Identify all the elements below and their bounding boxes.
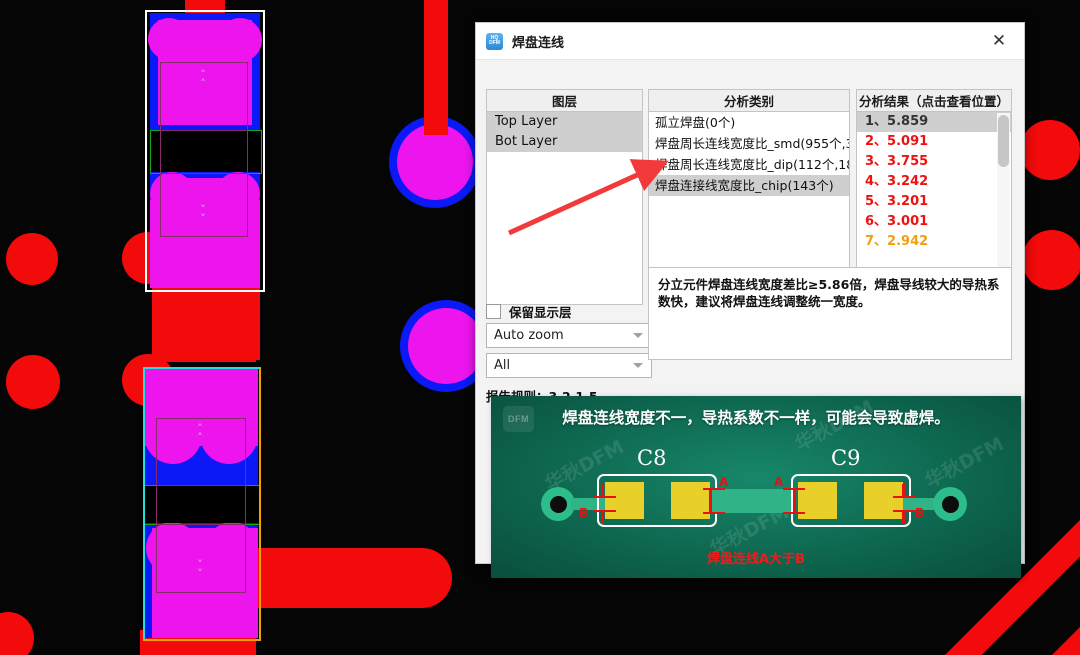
category-list[interactable]: 孤立焊盘(0个) 焊盘周长连线宽度比_smd(955个,39.37 焊盘周长连线… (648, 112, 850, 291)
dialog-body: 图层 Top Layer Bot Layer 保留显示层 Auto zoom A… (476, 59, 1024, 578)
pad-c9-right (864, 482, 903, 519)
result-list[interactable]: 1、5.859 2、5.091 3、3.755 4、3.242 5、3.201 (856, 112, 1012, 270)
keep-display-layer-row[interactable]: 保留显示层 (486, 302, 572, 321)
result-list-item[interactable]: 4、3.242 (857, 172, 1011, 192)
zoom-select-value: Auto zoom (494, 328, 564, 343)
illustration-panel: 华秋DFM 华秋DFM 华秋DFM 华秋DFM DFM 焊盘连线宽度不一，导热系… (491, 396, 1021, 578)
result-value: 2.942 (887, 234, 929, 249)
result-value: 3.201 (887, 194, 929, 209)
chevron-down-icon (633, 333, 643, 338)
pcb-outline-cyan[interactable] (144, 368, 260, 640)
dim-bar-a-left (709, 490, 712, 512)
dim-label-b-left: B (579, 506, 589, 520)
result-index: 6、 (865, 214, 888, 229)
close-icon[interactable]: ✕ (978, 24, 1020, 58)
filter-select-value: All (494, 358, 511, 373)
result-index: 7、 (865, 234, 888, 249)
pcb-trace (152, 300, 256, 362)
zoom-select[interactable]: Auto zoom (486, 323, 652, 348)
result-value: 5.091 (887, 134, 929, 149)
layer-list-item[interactable]: Top Layer (487, 112, 642, 132)
pcb-pad-circle (6, 355, 60, 409)
dim-label-b-right: B (915, 506, 925, 520)
keep-display-layer-checkbox[interactable] (486, 304, 501, 319)
pcb-pad-circle (6, 233, 58, 285)
result-index: 3、 (865, 154, 888, 169)
result-list-item[interactable]: 7、2.942 (857, 232, 1011, 252)
category-list-item-selected[interactable]: 焊盘连接线宽度比_chip(143个) (649, 175, 849, 196)
dim-label-a-right: A (774, 475, 784, 489)
hq-dfm-logo-icon: HQ DFM (486, 32, 503, 50)
dim-label-a-left: A (719, 475, 729, 489)
result-panel: 分析结果（点击查看位置） 1、5.859 2、5.091 3、3.755 4、3… (856, 89, 1012, 270)
scrollbar-thumb[interactable] (998, 115, 1009, 167)
via-right (933, 487, 967, 521)
layer-panel-header: 图层 (486, 89, 643, 112)
dialog-title: 焊盘连线 (512, 35, 565, 51)
dim-bar-a-right (793, 490, 796, 512)
dim-bar-b-right2 (902, 512, 905, 524)
category-panel-header: 分析类别 (648, 89, 850, 112)
pad-connection-dialog[interactable]: HQ DFM 焊盘连线 ✕ 图层 Top Layer Bot Layer 保留显示… (475, 22, 1025, 578)
layer-list-item[interactable]: Bot Layer (487, 132, 642, 152)
category-list-item[interactable]: 焊盘周长连线宽度比_dip(112个,18.06m (649, 154, 849, 175)
pcb-pad-circle (1022, 230, 1080, 290)
result-list-item[interactable]: 6、3.001 (857, 212, 1011, 232)
label-c8: C8 (637, 446, 667, 470)
category-list-item[interactable]: 孤立焊盘(0个) (649, 112, 849, 133)
result-panel-header: 分析结果（点击查看位置） (856, 89, 1012, 112)
result-list-item[interactable]: 2、5.091 (857, 132, 1011, 152)
category-list-item[interactable]: 焊盘周长连线宽度比_smd(955个,39.37 (649, 133, 849, 154)
pcb-trace (424, 0, 448, 135)
result-list-vscrollbar[interactable] (997, 113, 1010, 268)
pcb-selection-highlight[interactable] (145, 10, 265, 292)
dialog-titlebar[interactable]: HQ DFM 焊盘连线 ✕ (476, 23, 1024, 60)
pcb-via-pad (408, 308, 484, 384)
dim-bar-b-right (902, 484, 905, 496)
pcb-pad-circle (0, 612, 34, 655)
dim-line-a-right-bot (783, 512, 805, 514)
result-value: 3.755 (887, 154, 929, 169)
category-panel: 分析类别 孤立焊盘(0个) 焊盘周长连线宽度比_smd(955个,39.37 焊… (648, 89, 850, 291)
result-list-item[interactable]: 5、3.201 (857, 192, 1011, 212)
result-value: 5.859 (887, 114, 929, 129)
illustration-title: 焊盘连线宽度不一，导热系数不一样，可能会导致虚焊。 (562, 409, 950, 427)
via-left (541, 487, 575, 521)
description-box: 分立元件焊盘连线宽度差比≥5.86倍，焊盘导线较大的导热系数快，建议将焊盘连线调… (648, 267, 1012, 360)
filter-select[interactable]: All (486, 353, 652, 378)
screen: ˄ ˄ ˅ ˅ ˄ ˄ ˅ ˅ HQ DFM 焊盘连线 ✕ 图层 Top Lay… (0, 0, 1080, 655)
result-index: 1、 (865, 114, 888, 129)
illustration-footer: 焊盘连线A大于B (707, 552, 805, 567)
result-index: 5、 (865, 194, 888, 209)
dim-bar-b-left2 (601, 512, 604, 524)
chevron-down-icon (633, 363, 643, 368)
pcb-trace-right (252, 548, 452, 608)
result-value: 3.001 (887, 214, 929, 229)
result-list-item[interactable]: 1、5.859 (857, 112, 1011, 132)
dim-line-b-left-top (594, 496, 616, 498)
trace-a (710, 489, 796, 513)
result-index: 4、 (865, 174, 888, 189)
result-value: 3.242 (887, 174, 929, 189)
dim-bar-b-left (601, 484, 604, 496)
dim-line-b-right-top (893, 496, 915, 498)
layer-panel: 图层 Top Layer Bot Layer (486, 89, 643, 305)
dim-line-b-left-bot (594, 510, 616, 512)
pad-c8-left (605, 482, 644, 519)
dim-line-a-left-bot (703, 512, 725, 514)
label-c9: C9 (831, 446, 861, 470)
result-index: 2、 (865, 134, 888, 149)
keep-display-layer-label: 保留显示层 (509, 305, 572, 320)
layer-list[interactable]: Top Layer Bot Layer (486, 112, 643, 305)
pcb-pad-circle (1020, 120, 1080, 180)
result-list-item[interactable]: 3、3.755 (857, 152, 1011, 172)
pcb-via-pad (397, 124, 473, 200)
